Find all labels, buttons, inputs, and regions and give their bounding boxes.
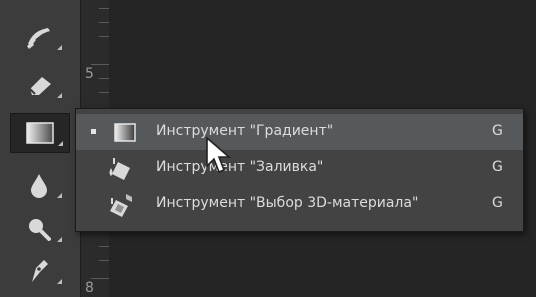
dodge-tool-button[interactable] [10,210,68,248]
paint-bucket-icon [109,158,130,180]
ruler-tick [99,92,109,93]
ruler-tick [91,278,109,279]
submenu-indicator [57,193,62,198]
gradient-tool-button[interactable] [10,113,70,153]
menu-item-shortcut: G [492,159,503,175]
menu-item-label: Инструмент "Выбор 3D-материала" [156,195,419,211]
history-brush-tool-button[interactable] [10,18,68,56]
submenu-indicator [57,237,62,242]
eraser-icon [29,77,51,95]
submenu-indicator [57,45,62,50]
eraser-tool-button[interactable] [10,66,68,104]
ruler-label: 5 [85,66,94,82]
submenu-indicator [57,93,62,98]
submenu-indicator [57,279,62,284]
history-brush-icon [27,28,50,49]
ruler-tick [99,246,109,247]
menu-item-shortcut: G [492,123,503,139]
ruler-tick [99,36,109,37]
selected-bullet [91,129,96,134]
tools-panel [0,0,80,297]
pen-icon [32,260,48,282]
menu-item-paint-bucket-tool[interactable]: Инструмент "Заливка" G [76,150,523,186]
menu-item-label: Инструмент "Заливка" [156,159,324,175]
menu-item-gradient-tool[interactable]: Инструмент "Градиент" G [76,114,523,150]
magnifier-icon [29,219,51,241]
drop-icon [31,174,47,198]
menu-item-label: Инструмент "Градиент" [156,123,334,139]
ruler-tick [99,22,109,23]
ruler-label: 8 [85,280,94,296]
blur-tool-button[interactable] [10,166,68,204]
ruler-tick [91,64,109,65]
ruler-tick [99,78,109,79]
3d-material-drop-icon [110,194,132,217]
mouse-cursor-icon [206,136,232,174]
gradient-icon [26,122,54,144]
pen-tool-button[interactable] [10,252,68,290]
menu-item-3d-material-drop-tool[interactable]: Инструмент "Выбор 3D-материала" G [76,186,523,222]
ruler-tick [99,8,109,9]
menu-item-shortcut: G [492,195,503,211]
ruler-tick [99,260,109,261]
submenu-indicator [58,141,63,146]
gradient-tool-flyout-menu: Инструмент "Градиент" G Инструмент "Зали… [75,108,524,232]
gradient-icon [114,123,136,142]
